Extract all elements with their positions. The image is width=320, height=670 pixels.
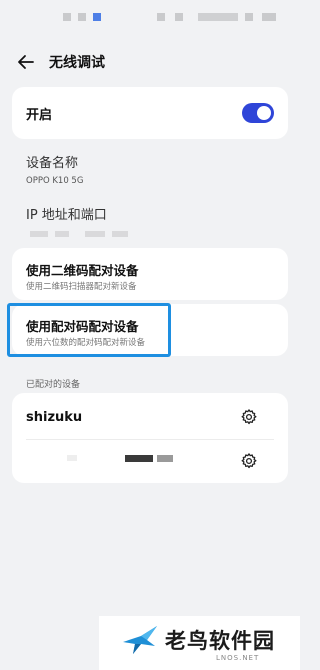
battery-icon [262, 13, 276, 21]
bird-logo-icon [123, 626, 157, 654]
ip-port-title: IP 地址和端口 [26, 208, 107, 223]
ip-redacted [112, 231, 128, 237]
paired-devices-label: 已配对的设备 [26, 380, 81, 390]
status-icon [93, 13, 101, 21]
device-name-redacted [157, 455, 173, 462]
status-icon [198, 13, 238, 21]
watermark-text: 老鸟软件园 [165, 629, 275, 653]
device-name-title: 设备名称 [26, 156, 79, 171]
toggle-label: 开启 [26, 108, 53, 123]
watermark: 老鸟软件园 LNOS.NET [99, 616, 300, 670]
status-bar [0, 0, 300, 40]
status-icon [175, 13, 183, 21]
ip-redacted [85, 231, 105, 237]
pair-qr-code-item[interactable]: 使用二维码配对设备 使用二维码扫描器配对新设备 [12, 248, 288, 300]
enable-toggle-row[interactable]: 开启 [12, 87, 288, 139]
pair-qr-subtitle: 使用二维码扫描器配对新设备 [26, 282, 137, 292]
ip-redacted [30, 231, 48, 237]
device-name: shizuku [26, 410, 83, 425]
status-icon [63, 13, 71, 21]
highlight-box [7, 303, 171, 357]
gear-icon[interactable] [240, 408, 258, 426]
status-icon [78, 13, 86, 21]
top-bar: 无线调试 [0, 48, 300, 76]
device-name-value: OPPO K10 5G [26, 176, 84, 186]
divider [26, 439, 274, 440]
page-title: 无线调试 [49, 55, 105, 71]
toggle-knob [257, 106, 271, 120]
pair-qr-title: 使用二维码配对设备 [26, 263, 139, 278]
status-icon [157, 13, 165, 21]
device-name-redacted [67, 455, 77, 461]
device-name-redacted [125, 455, 153, 462]
ip-redacted [55, 231, 69, 237]
watermark-subtext: LNOS.NET [216, 654, 260, 662]
gear-icon[interactable] [240, 452, 258, 470]
paired-devices-list: shizuku [12, 393, 288, 483]
status-icon [245, 13, 253, 21]
back-arrow-icon[interactable] [16, 52, 36, 72]
wireless-debugging-toggle[interactable] [242, 103, 274, 123]
